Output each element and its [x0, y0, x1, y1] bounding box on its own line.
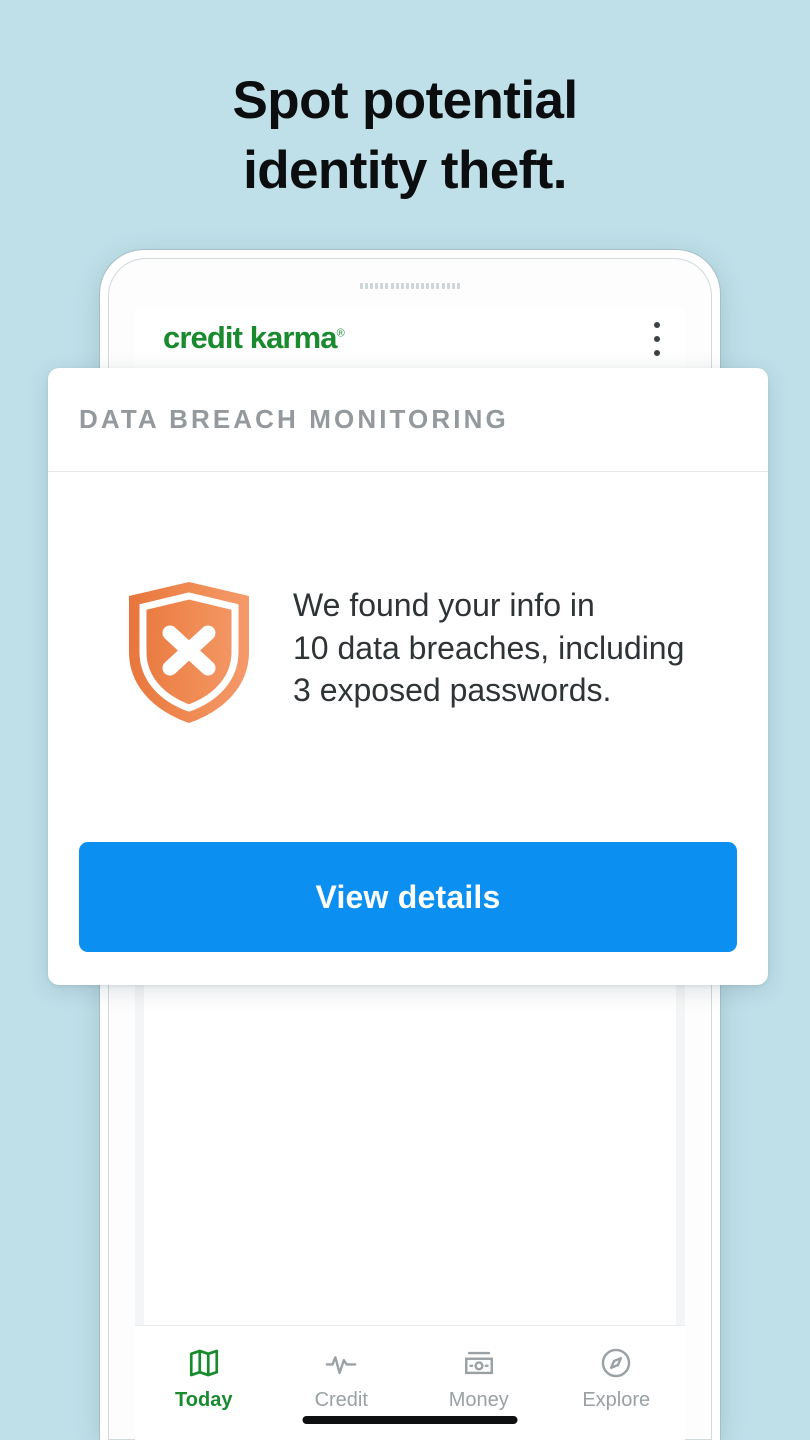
nav-label-credit: Credit — [314, 1389, 368, 1411]
page-title-line-2: identity theft. — [243, 140, 567, 200]
credit-karma-logo: credit karma® — [163, 320, 345, 356]
nav-label-today: Today — [175, 1389, 233, 1411]
nav-item-today[interactable]: Today — [135, 1326, 273, 1440]
nav-item-explore[interactable]: Explore — [548, 1326, 686, 1440]
page-title-line-1: Spot potential — [232, 71, 579, 130]
app-bar: credit karma® — [135, 308, 685, 370]
page-title: Spot potential identity theft. — [0, 66, 810, 206]
map-icon — [189, 1349, 218, 1377]
banknote-icon — [464, 1351, 493, 1375]
card-header-title: DATA BREACH MONITORING — [79, 404, 509, 434]
compass-icon — [602, 1348, 631, 1378]
card-message-line-2: 10 data breaches, including — [293, 629, 685, 666]
card-message: We found your info in 10 data breaches, … — [293, 584, 713, 712]
home-indicator — [302, 1416, 518, 1424]
registered-trademark-icon: ® — [336, 327, 345, 340]
shield-x-icon — [125, 580, 253, 725]
card-message-line-1: We found your info in — [293, 587, 595, 623]
card-header: DATA BREACH MONITORING — [48, 368, 768, 472]
view-details-button[interactable]: View details — [79, 842, 737, 952]
phone-speaker-grille — [360, 283, 460, 289]
pulse-icon — [325, 1356, 357, 1375]
kebab-menu-icon[interactable] — [653, 322, 661, 356]
card-message-line-3: 3 exposed passwords. — [293, 672, 612, 709]
logo-text: credit karma — [163, 320, 337, 355]
nav-label-money: Money — [448, 1389, 509, 1411]
data-breach-monitoring-card: DATA BREACH MONITORING We found your inf… — [48, 368, 768, 985]
nav-label-explore: Explore — [582, 1389, 651, 1411]
